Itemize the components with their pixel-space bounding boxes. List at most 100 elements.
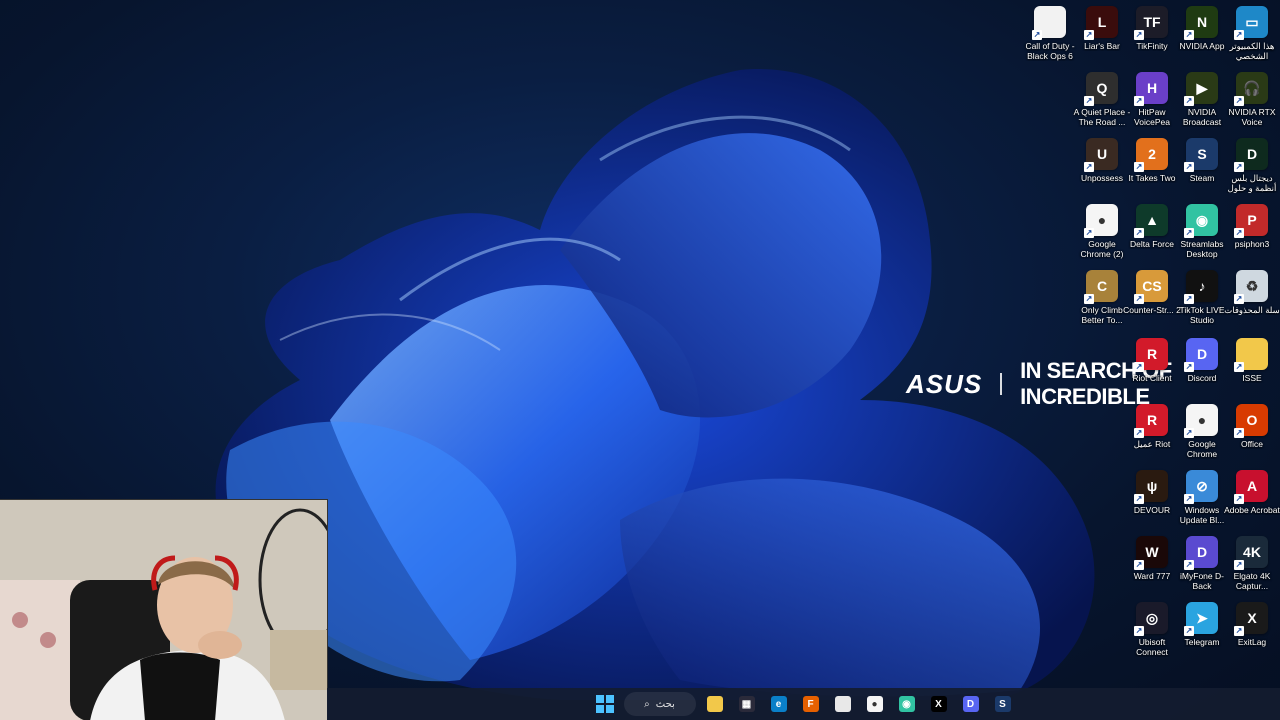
desktop-shortcut[interactable]: ▭ ↗ هذا الكمبيوتر الشخصي — [1225, 6, 1279, 68]
desktop-shortcut[interactable]: ◉ ↗ Streamlabs Desktop — [1175, 204, 1229, 266]
capcut-taskbar-icon: X — [930, 696, 947, 712]
desktop-shortcut[interactable]: ● ↗ Google Chrome (2) — [1075, 204, 1129, 266]
desktop-shortcut[interactable]: TF ↗ TikFinity — [1125, 6, 1179, 68]
shortcut-arrow-icon: ↗ — [1084, 30, 1094, 40]
liars-bar-icon: L ↗ — [1084, 6, 1118, 40]
desktop[interactable]: ASUS IN SEARCH OF INCREDIBLE ↗ Call of Du… — [0, 0, 1280, 720]
elgato-icon: 4K ↗ — [1234, 536, 1268, 570]
taskbar-search[interactable]: ⌕ بحث — [623, 692, 696, 716]
shortcut-arrow-icon: ↗ — [1184, 162, 1194, 172]
file-explorer-taskbar-button[interactable] — [702, 691, 728, 717]
desktop-shortcut[interactable]: O ↗ Office — [1225, 404, 1279, 466]
shortcut-arrow-icon: ↗ — [1184, 626, 1194, 636]
desktop-shortcut[interactable]: 🎧 ↗ NVIDIA RTX Voice — [1225, 72, 1279, 134]
imyfone-icon: D ↗ — [1184, 536, 1218, 570]
shortcut-arrow-icon: ↗ — [1184, 362, 1194, 372]
store-taskbar-icon: ▦ — [738, 696, 755, 712]
counter-strike-icon: CS ↗ — [1134, 270, 1168, 304]
desktop-shortcut[interactable]: Q ↗ A Quiet Place - The Road ... — [1074, 72, 1130, 134]
delta-force-icon: ▲ ↗ — [1134, 204, 1168, 238]
desktop-shortcut[interactable]: ◎ ↗ Ubisoft Connect — [1125, 602, 1179, 664]
desktop-shortcut[interactable]: C ↗ Only Climb Better To... — [1075, 270, 1129, 332]
desktop-shortcut[interactable]: ▶ ↗ NVIDIA Broadcast — [1175, 72, 1229, 134]
desktop-shortcut[interactable]: ▲ ↗ Delta Force — [1125, 204, 1179, 266]
desktop-shortcut[interactable]: ♪ ↗ TikTok LIVE Studio — [1175, 270, 1229, 332]
exitlag-icon: X ↗ — [1234, 602, 1268, 636]
riot-client-ar-icon: R ↗ — [1134, 404, 1168, 438]
desktop-shortcut[interactable]: R ↗ Riot Client — [1125, 338, 1179, 400]
ubisoft-icon: ◎ ↗ — [1134, 602, 1168, 636]
steam-taskbar-icon: S — [994, 696, 1011, 712]
desktop-shortcut[interactable]: W ↗ Ward 777 — [1125, 536, 1179, 598]
desktop-shortcut[interactable]: D ↗ iMyFone D-Back — [1175, 536, 1229, 598]
this-pc-icon: ▭ ↗ — [1234, 6, 1268, 40]
desktop-shortcut[interactable]: ● ↗ Google Chrome — [1175, 404, 1229, 466]
edge-taskbar-button[interactable]: e — [766, 691, 792, 717]
search-label: بحث — [655, 698, 675, 710]
desktop-shortcut[interactable]: X ↗ ExitLag — [1225, 602, 1279, 664]
unpossess-icon: U ↗ — [1084, 138, 1118, 172]
windows-update-blocker-icon: ⊘ ↗ — [1184, 470, 1218, 504]
capcut-taskbar-button[interactable]: X — [926, 691, 952, 717]
desktop-shortcut[interactable]: ↗ Call of Duty - Black Ops 6 — [1023, 6, 1077, 68]
desktop-shortcut[interactable]: D ↗ Discord — [1175, 338, 1229, 400]
asus-logo: ASUS — [906, 368, 983, 399]
shortcut-arrow-icon: ↗ — [1084, 294, 1094, 304]
chrome-icon: ● ↗ — [1184, 404, 1218, 438]
desktop-shortcut[interactable]: ⊘ ↗ Windows Update Bl... — [1175, 470, 1229, 532]
file-taskbar-button[interactable] — [830, 691, 856, 717]
ward-777-icon: W ↗ — [1134, 536, 1168, 570]
tiktok-icon: ♪ ↗ — [1184, 270, 1218, 304]
shortcut-arrow-icon: ↗ — [1184, 294, 1194, 304]
file-explorer-taskbar-icon — [706, 696, 723, 712]
desktop-shortcut[interactable]: ψ ↗ DEVOUR — [1125, 470, 1179, 532]
desktop-shortcut[interactable]: ↗ ISSE — [1225, 338, 1279, 400]
a-quiet-place-icon: Q ↗ — [1084, 72, 1118, 106]
desktop-shortcut[interactable]: ➤ ↗ Telegram — [1175, 602, 1229, 664]
desktop-shortcut-label: Call of Duty - Black Ops 6 — [1025, 41, 1075, 61]
desktop-shortcut[interactable]: CS ↗ Counter-Str... 2 — [1123, 270, 1181, 332]
discord-taskbar-button[interactable]: D — [958, 691, 984, 717]
desktop-shortcut[interactable]: ♻ ↗ سلة المحذوفات — [1224, 270, 1280, 332]
store-taskbar-button[interactable]: ▦ — [734, 691, 760, 717]
streamlabs-taskbar-button[interactable]: ◉ — [894, 691, 920, 717]
taskbar-apps: ▦ e F ● ◉ X D S — [702, 691, 1016, 717]
shortcut-arrow-icon: ↗ — [1084, 96, 1094, 106]
desktop-shortcut[interactable]: L ↗ Liar's Bar — [1075, 6, 1129, 68]
desktop-shortcut[interactable]: A ↗ Adobe Acrobat — [1224, 470, 1280, 532]
steam-taskbar-button[interactable]: S — [990, 691, 1016, 717]
shortcut-arrow-icon: ↗ — [1134, 162, 1144, 172]
shortcut-arrow-icon: ↗ — [1234, 294, 1244, 304]
shortcut-arrow-icon: ↗ — [1134, 96, 1144, 106]
desktop-shortcut[interactable]: R ↗ عميل Riot — [1125, 404, 1179, 466]
desktop-shortcut[interactable]: S ↗ Steam — [1175, 138, 1229, 200]
firefox-taskbar-icon: F — [802, 696, 819, 712]
desktop-shortcut-label: ISSE — [1242, 373, 1262, 383]
nvidia-rtx-voice-icon: 🎧 ↗ — [1234, 72, 1268, 106]
psiphon-icon: P ↗ — [1234, 204, 1268, 238]
discord-taskbar-icon: D — [962, 696, 979, 712]
firefox-taskbar-button[interactable]: F — [798, 691, 824, 717]
office-icon: O ↗ — [1234, 404, 1268, 438]
shortcut-arrow-icon: ↗ — [1234, 30, 1244, 40]
webcam-overlay — [0, 499, 328, 720]
shortcut-arrow-icon: ↗ — [1134, 294, 1144, 304]
desktop-shortcut[interactable]: 4K ↗ Elgato 4K Captur... — [1225, 536, 1279, 598]
desktop-shortcut[interactable]: H ↗ HitPaw VoicePea — [1125, 72, 1179, 134]
desktop-shortcut[interactable]: 2 ↗ It Takes Two — [1125, 138, 1179, 200]
start-button[interactable] — [592, 691, 618, 717]
shortcut-arrow-icon: ↗ — [1032, 30, 1042, 40]
desktop-shortcut[interactable]: U ↗ Unpossess — [1075, 138, 1129, 200]
digital-plus-icon: D ↗ — [1234, 138, 1268, 172]
nvidia-icon: N ↗ — [1184, 6, 1218, 40]
desktop-shortcut[interactable]: N ↗ NVIDIA App — [1175, 6, 1229, 68]
desktop-shortcut-label: سلة المحذوفات — [1224, 305, 1280, 315]
hitpaw-icon: H ↗ — [1134, 72, 1168, 106]
it-takes-two-icon: 2 ↗ — [1134, 138, 1168, 172]
desktop-shortcut[interactable]: P ↗ psiphon3 — [1225, 204, 1279, 266]
desktop-shortcut[interactable]: D ↗ ديجتال بلس أنظمة و حلول — [1225, 138, 1279, 200]
brand-separator — [1000, 373, 1003, 395]
taskbar: ⌕ بحث ▦ e F ● ◉ X D S — [327, 688, 1280, 720]
chrome-taskbar-button[interactable]: ● — [862, 691, 888, 717]
riot-client-icon: R ↗ — [1134, 338, 1168, 372]
